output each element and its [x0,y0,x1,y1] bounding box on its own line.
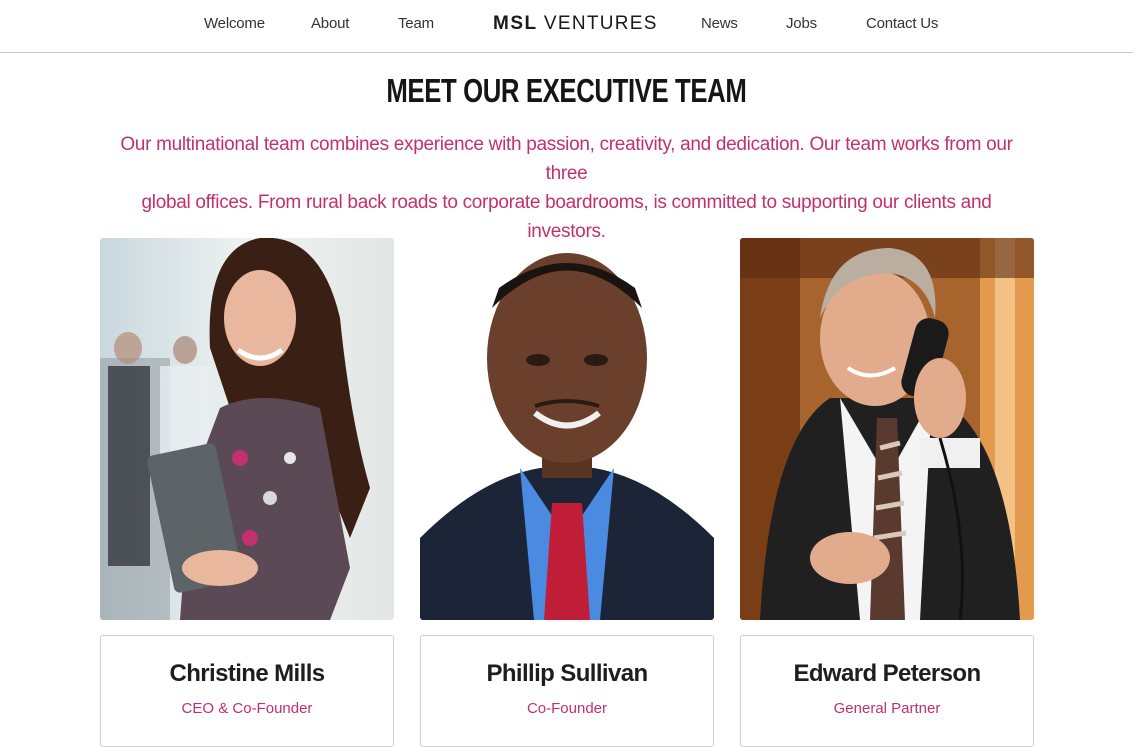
nav-welcome[interactable]: Welcome [204,15,265,32]
nav-news[interactable]: News [701,15,738,32]
team-photo-edward [740,238,1034,620]
brand-logo[interactable]: MSL VENTURES [493,13,658,35]
logo-bold: MSL [493,13,538,34]
team-member-role: Co-Founder [526,700,608,717]
team-member-name: Phillip Sullivan [486,660,648,687]
intro-text: Our multinational team combines experien… [100,130,1033,246]
nav-jobs[interactable]: Jobs [786,15,817,32]
page-title: MEET OUR EXECUTIVE TEAM [386,72,747,109]
top-nav: Welcome About Team MSL VENTURES News Job… [0,0,1133,53]
nav-team[interactable]: Team [398,15,434,32]
nav-about[interactable]: About [311,15,349,32]
team-card-christine: Christine Mills CEO & Co-Founder [100,635,394,747]
team-photo-christine [100,238,394,620]
team-card-edward: Edward Peterson General Partner [740,635,1034,747]
team-member-role: General Partner [833,700,941,717]
team-photo-phillip [420,238,714,620]
logo-light: VENTURES [543,13,658,34]
team-member-name: Christine Mills [169,660,325,687]
intro-line-1: Our multinational team combines experien… [120,134,1013,184]
team-card-phillip: Phillip Sullivan Co-Founder [420,635,714,747]
team-member-name: Edward Peterson [793,660,981,687]
team-member-role: CEO & Co-Founder [181,700,313,717]
nav-contact[interactable]: Contact Us [866,15,938,32]
